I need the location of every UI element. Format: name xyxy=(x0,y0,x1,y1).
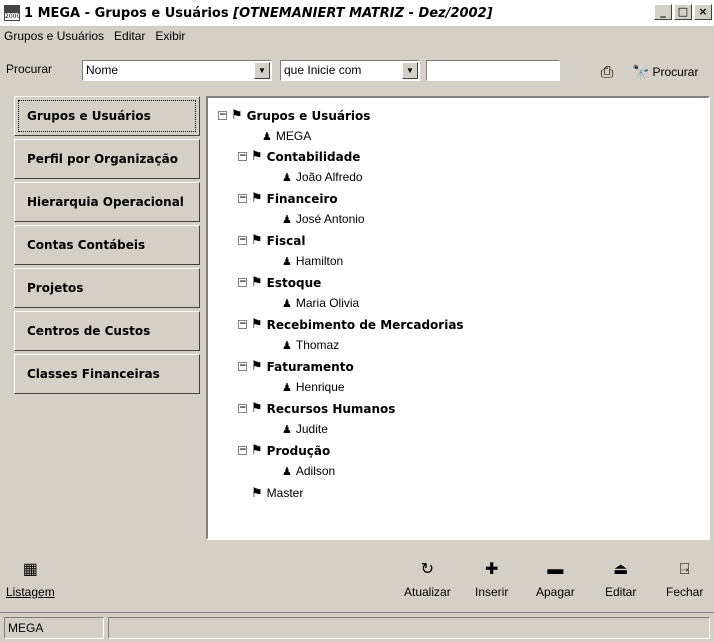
tab-grupos-usuarios[interactable]: Grupos e Usuários xyxy=(14,96,200,136)
group-icon: ⚑ xyxy=(251,401,263,416)
atualizar-button[interactable]: ↻ Atualizar xyxy=(404,555,451,599)
group-icon: ⚑ xyxy=(251,359,263,374)
tab-classes-financeiras[interactable]: Classes Financeiras xyxy=(14,354,200,394)
listagem-button[interactable]: ▦ Listagem xyxy=(6,555,55,599)
tab-projetos[interactable]: Projetos xyxy=(14,268,200,308)
collapse-icon[interactable]: − xyxy=(238,278,247,287)
tab-hierarquia-operacional[interactable]: Hierarquia Operacional xyxy=(14,182,200,222)
group-icon: ⚑ xyxy=(251,233,263,248)
tree-master[interactable]: ⚑ Master xyxy=(251,485,303,501)
tree-user[interactable]: ♟ MEGA xyxy=(262,129,311,143)
status-user: MEGA xyxy=(4,617,104,639)
tree-group[interactable]: − ⚑ Produção xyxy=(238,443,330,458)
collapse-icon[interactable]: − xyxy=(238,236,247,245)
inserir-button[interactable]: ✚ Inserir xyxy=(475,555,508,599)
tree-group[interactable]: − ⚑ Recebimento de Mercadorias xyxy=(238,317,464,332)
app-icon[interactable]: 2000 xyxy=(4,5,20,21)
tree-group[interactable]: − ⚑ Recursos Humanos xyxy=(238,401,395,416)
search-label: Procurar xyxy=(6,62,53,76)
status-message xyxy=(108,617,710,639)
exit-door-icon: ⍈ xyxy=(679,561,690,578)
tree-user[interactable]: ♟ Henrique xyxy=(282,380,345,394)
tree-group[interactable]: − ⚑ Estoque xyxy=(238,275,321,290)
tree-user[interactable]: ♟ Thomaz xyxy=(282,338,339,352)
group-icon: ⚑ xyxy=(251,191,263,206)
tree-user[interactable]: ♟ Judite xyxy=(282,422,328,436)
user-icon: ♟ xyxy=(282,465,292,478)
user-icon: ♟ xyxy=(282,339,292,352)
menu-exibir[interactable]: Exibir xyxy=(155,29,185,43)
delete-icon: ▬ xyxy=(547,561,564,578)
collapse-icon[interactable]: − xyxy=(238,194,247,203)
edit-icon: ⏏ xyxy=(613,561,629,578)
search-button[interactable]: 🔭 Procurar xyxy=(632,60,698,84)
tree-user[interactable]: ♟ Hamilton xyxy=(282,254,343,268)
user-icon: ♟ xyxy=(282,297,292,310)
title-bar: 2000 1 MEGA - Grupos e Usuários [OTNEMAN… xyxy=(0,0,714,27)
tree-user[interactable]: ♟ José Antonio xyxy=(282,212,365,226)
group-icon: ⚑ xyxy=(231,108,243,123)
user-icon: ♟ xyxy=(282,381,292,394)
group-icon: ⚑ xyxy=(251,317,263,332)
print-icon[interactable]: ⎙ xyxy=(596,62,618,84)
tab-perfil-organizacao[interactable]: Perfil por Organização xyxy=(14,139,200,179)
search-field-select[interactable]: Nome ▼ xyxy=(82,60,272,81)
menu-editar[interactable]: Editar xyxy=(114,29,145,43)
collapse-icon[interactable]: − xyxy=(238,362,247,371)
user-icon: ♟ xyxy=(282,255,292,268)
bottom-toolbar: ▦ Listagem ↻ Atualizar ✚ Inserir ▬ Apagar ⏏ E… xyxy=(0,545,714,610)
search-operator-select[interactable]: que Inicie com ▼ xyxy=(280,60,420,81)
tree-user[interactable]: ♟ João Alfredo xyxy=(282,170,363,184)
collapse-icon[interactable]: − xyxy=(238,320,247,329)
minimize-button[interactable]: _ xyxy=(654,4,672,20)
binoculars-icon: 🔭 xyxy=(632,63,650,80)
user-icon: ♟ xyxy=(282,213,292,226)
user-icon: ♟ xyxy=(282,423,292,436)
collapse-icon[interactable]: − xyxy=(218,111,227,120)
apagar-button[interactable]: ▬ Apagar xyxy=(536,555,575,599)
group-icon: ⚑ xyxy=(251,149,263,164)
group-icon: ⚑ xyxy=(251,485,263,500)
menu-grupos-usuarios[interactable]: Grupos e Usuários xyxy=(4,29,104,43)
tree-user[interactable]: ♟ Maria Olivia xyxy=(282,296,359,310)
report-icon: ▦ xyxy=(22,561,38,578)
section-tabs: Grupos e Usuários Perfil por Organização… xyxy=(14,96,200,397)
group-icon: ⚑ xyxy=(251,443,263,458)
search-input[interactable] xyxy=(426,60,560,81)
tab-contas-contabeis[interactable]: Contas Contábeis xyxy=(14,225,200,265)
tree-group[interactable]: − ⚑ Faturamento xyxy=(238,359,354,374)
menu-bar: Grupos e Usuários Editar Exibir xyxy=(0,26,714,46)
tree-root[interactable]: − ⚑ Grupos e Usuários xyxy=(218,108,370,123)
tree-group[interactable]: − ⚑ Fiscal xyxy=(238,233,305,248)
chevron-down-icon[interactable]: ▼ xyxy=(402,62,418,79)
insert-icon: ✚ xyxy=(484,561,499,578)
collapse-icon[interactable]: − xyxy=(238,404,247,413)
maximize-button[interactable]: □ xyxy=(674,4,692,20)
tree-group[interactable]: − ⚑ Contabilidade xyxy=(238,149,360,164)
collapse-icon[interactable]: − xyxy=(238,446,247,455)
group-icon: ⚑ xyxy=(251,275,263,290)
tree-user[interactable]: ♟ Adilson xyxy=(282,464,335,478)
tree-view[interactable]: − ⚑ Grupos e Usuários ♟ MEGA − ⚑ Contabilidad… xyxy=(206,96,710,540)
user-icon: ♟ xyxy=(282,171,292,184)
user-icon: ♟ xyxy=(262,130,272,143)
refresh-icon: ↻ xyxy=(420,561,435,578)
window-title: 1 MEGA - Grupos e Usuários [OTNEMANIERT … xyxy=(24,6,493,21)
editar-button[interactable]: ⏏ Editar xyxy=(605,555,636,599)
status-bar: MEGA xyxy=(0,612,714,641)
tab-centros-custos[interactable]: Centros de Custos xyxy=(14,311,200,351)
tree-group[interactable]: − ⚑ Financeiro xyxy=(238,191,338,206)
close-button[interactable]: × xyxy=(694,4,712,20)
chevron-down-icon[interactable]: ▼ xyxy=(254,62,270,79)
collapse-icon[interactable]: − xyxy=(238,152,247,161)
fechar-button[interactable]: ⍈ Fechar xyxy=(666,555,703,599)
